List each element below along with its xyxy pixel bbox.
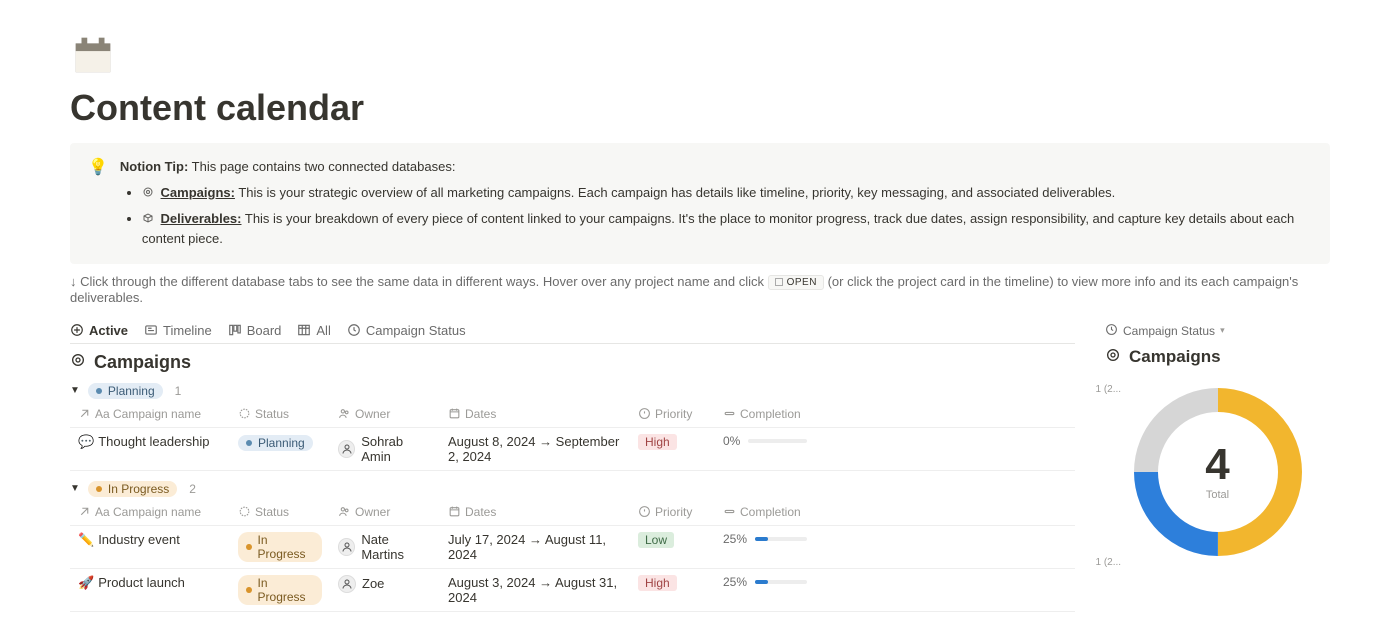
donut-total-value: 4 (1205, 443, 1229, 487)
donut-slice-label-top: 1 (2... (1096, 384, 1122, 395)
target-icon (142, 185, 157, 200)
tab-active[interactable]: Active (70, 323, 128, 338)
owner-cell: Nate Martins (338, 532, 432, 562)
dates-cell: August 3, 2024 → August 31, 2024 (440, 568, 630, 611)
deliverables-desc: This is your breakdown of every piece of… (142, 211, 1294, 246)
tab-icon (297, 323, 311, 337)
tab-icon (70, 323, 84, 337)
clock-icon (1105, 323, 1118, 339)
chevron-down-icon: ▼ (70, 385, 80, 396)
page-icon (70, 30, 1330, 79)
right-db-title[interactable]: Campaigns (1105, 347, 1330, 368)
campaign-status-donut: 1 (2... 4 Total 1 (2... (1124, 378, 1312, 566)
tab-icon (144, 323, 158, 337)
owner-cell: Sohrab Amin (338, 434, 432, 464)
dates-cell: July 17, 2024 → August 11, 2024 (440, 525, 630, 568)
table-row[interactable]: ✏️Industry eventIn ProgressNate MartinsJ… (70, 525, 1075, 568)
completion-cell: 25% (723, 532, 807, 546)
priority-tag: Low (638, 532, 674, 548)
tab-icon (228, 323, 242, 337)
tab-timeline[interactable]: Timeline (144, 323, 212, 338)
db-title[interactable]: Campaigns (70, 352, 1075, 373)
status-tag: In Progress (238, 575, 322, 605)
tip-intro: This page contains two connected databas… (192, 159, 456, 174)
tab-all[interactable]: All (297, 323, 330, 338)
sort-campaign-status[interactable]: Campaign Status ▾ (1105, 323, 1330, 339)
target-icon (70, 352, 86, 373)
hint-text: ↓ Click through the different database t… (70, 274, 1330, 305)
completion-cell: 25% (723, 575, 807, 589)
campaigns-desc: This is your strategic overview of all m… (238, 185, 1115, 200)
group-count: 1 (175, 384, 182, 398)
status-tag: In Progress (238, 532, 322, 562)
group-count: 2 (189, 482, 196, 496)
status-tag: In Progress (88, 481, 177, 497)
group-planning[interactable]: ▼ Planning 1 (70, 383, 1075, 399)
tab-campaign-status[interactable]: Campaign Status (347, 323, 466, 338)
tip-callout: 💡 Notion Tip: This page contains two con… (70, 143, 1330, 264)
owner-cell: Zoe (338, 575, 432, 593)
lightbulb-icon: 💡 (88, 157, 108, 250)
campaigns-table: Aa Campaign nameStatusOwnerDatesPriority… (70, 499, 1075, 612)
status-tag: Planning (88, 383, 163, 399)
campaigns-table: Aa Campaign nameStatusOwnerDatesPriority… (70, 401, 1075, 471)
status-tag: Planning (238, 435, 313, 451)
donut-slice-label-bottom: 1 (2... (1096, 557, 1122, 568)
tab-board[interactable]: Board (228, 323, 282, 338)
dates-cell: August 8, 2024 → September 2, 2024 (440, 427, 630, 470)
table-row[interactable]: 🚀Product launchIn ProgressZoeAugust 3, 2… (70, 568, 1075, 611)
priority-tag: High (638, 434, 677, 450)
tip-label: Notion Tip: (120, 159, 188, 174)
table-row[interactable]: 💬Thought leadershipPlanningSohrab AminAu… (70, 427, 1075, 470)
deliverables-label: Deliverables: (161, 211, 242, 226)
db-tabs: Active Timeline Board All Campaign Status (70, 323, 1075, 344)
group-in-progress[interactable]: ▼ In Progress 2 (70, 481, 1075, 497)
avatar (338, 538, 355, 556)
priority-tag: High (638, 575, 677, 591)
box-icon (142, 211, 157, 226)
campaigns-label: Campaigns: (161, 185, 235, 200)
chevron-down-icon: ▾ (1220, 325, 1225, 336)
donut-total-label: Total (1206, 489, 1229, 501)
page-title[interactable]: Content calendar (70, 87, 1330, 129)
open-badge: OPEN (768, 275, 824, 290)
target-icon (1105, 347, 1121, 368)
completion-cell: 0% (723, 434, 807, 448)
avatar (338, 440, 355, 458)
avatar (338, 575, 356, 593)
chevron-down-icon: ▼ (70, 483, 80, 494)
tab-icon (347, 323, 361, 337)
